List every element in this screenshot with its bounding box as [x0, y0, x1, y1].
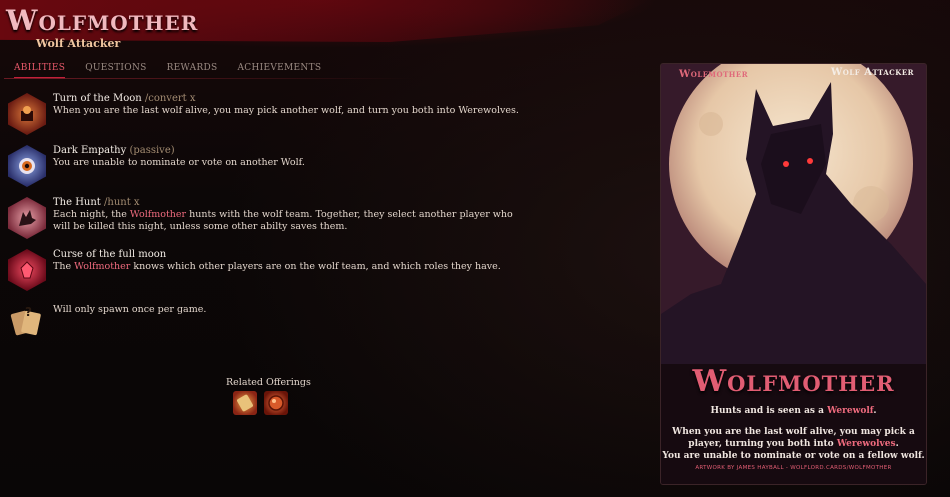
- ability-name: The Hunt /hunt x: [53, 197, 140, 208]
- card-big-name: Wolfmother: [692, 364, 895, 399]
- card-name-top: Wolfmother: [679, 69, 749, 80]
- tab-questions[interactable]: Questions: [85, 63, 146, 79]
- card-line-2: When you are the last wolf alive, you ma…: [672, 427, 915, 437]
- card-line-1: Hunts and is seen as a Werewolf.: [710, 406, 877, 416]
- ability-name: Curse of the full moon: [53, 249, 167, 260]
- spawn-rule-text: Will only spawn once per game.: [53, 304, 207, 315]
- ability-description: The Wolfmother knows which other players…: [53, 261, 501, 272]
- tab-bar: Abilities Questions Rewards Achievements: [14, 63, 341, 79]
- card-role-top: Wolf Attacker: [831, 67, 914, 78]
- tab-divider: [4, 78, 414, 79]
- card-artwork-credit: ARTWORK BY JAMES HAYBALL - WOLFLORD.CARD…: [695, 465, 892, 471]
- tab-rewards[interactable]: Rewards: [167, 63, 218, 79]
- wolfmother-artwork: [661, 64, 926, 484]
- tab-achievements[interactable]: Achievements: [238, 63, 322, 79]
- cards-question-icon: ?: [8, 301, 46, 343]
- orb-offering-icon[interactable]: [264, 391, 288, 415]
- ability-description: Each night, the Wolfmother hunts with th…: [53, 209, 513, 232]
- card-line-4: You are unable to nominate or vote on a …: [662, 451, 925, 461]
- related-offerings-label: Related Offerings: [226, 377, 311, 388]
- role-card: Wolfmother Wolf Attacker Wolfmother Hunt…: [660, 63, 927, 485]
- ability-name: Dark Empathy (passive): [53, 145, 175, 156]
- ability-description: When you are the last wolf alive, you ma…: [53, 105, 519, 116]
- ability-description: You are unable to nominate or vote on an…: [53, 157, 305, 168]
- role-subtitle: Wolf Attacker: [36, 37, 121, 50]
- svg-text:?: ?: [25, 305, 32, 319]
- page-title: Wolfmother: [6, 4, 199, 37]
- card-line-3: player, turning you both into Werewolves…: [688, 439, 899, 449]
- ability-name: Turn of the Moon /convert x: [53, 93, 196, 104]
- tab-abilities[interactable]: Abilities: [14, 63, 66, 79]
- scroll-offering-icon[interactable]: [233, 391, 257, 415]
